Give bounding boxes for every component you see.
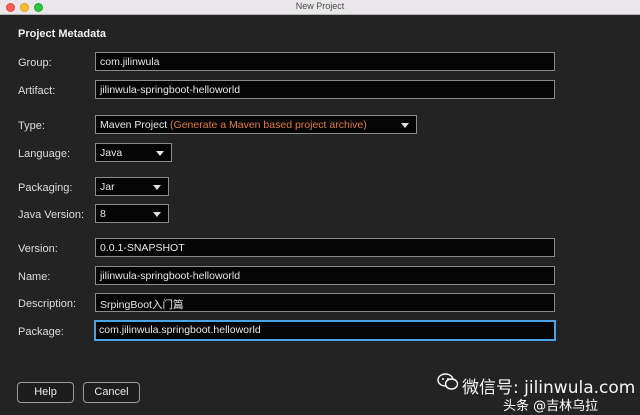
artifact-field[interactable]: jilinwula-springboot-helloworld bbox=[95, 80, 555, 99]
language-label: Language: bbox=[18, 148, 70, 160]
chevron-down-icon bbox=[153, 185, 161, 190]
wechat-logo-icon bbox=[437, 373, 459, 390]
version-field[interactable]: 0.0.1-SNAPSHOT bbox=[95, 238, 555, 257]
name-label: Name: bbox=[18, 271, 51, 283]
title-bar: New Project bbox=[0, 0, 640, 15]
description-label: Description: bbox=[18, 298, 77, 310]
java-version-label: Java Version: bbox=[18, 209, 85, 221]
packaging-label: Packaging: bbox=[18, 182, 73, 194]
java-version-select[interactable]: 8 bbox=[95, 204, 169, 223]
type-label: Type: bbox=[18, 120, 45, 132]
window-title: New Project bbox=[295, 1, 345, 11]
language-value: Java bbox=[100, 147, 123, 159]
chevron-down-icon bbox=[153, 212, 161, 217]
chevron-down-icon bbox=[401, 123, 409, 128]
watermark-toutiao: 头条 @吉林乌拉 bbox=[503, 399, 599, 414]
java-version-value: 8 bbox=[100, 208, 106, 220]
group-label: Group: bbox=[18, 57, 52, 69]
cancel-button[interactable]: Cancel bbox=[83, 382, 140, 403]
artifact-label: Artifact: bbox=[18, 85, 56, 97]
type-hint: (Generate a Maven based project archive) bbox=[170, 119, 367, 131]
type-select[interactable]: Maven Project (Generate a Maven based pr… bbox=[95, 115, 417, 134]
package-field[interactable]: com.jilinwula.springboot.helloworld bbox=[94, 320, 556, 341]
help-button[interactable]: Help bbox=[17, 382, 74, 403]
packaging-select[interactable]: Jar bbox=[95, 177, 169, 196]
description-field[interactable]: SrpingBoot入门篇 bbox=[95, 293, 555, 312]
packaging-value: Jar bbox=[100, 181, 115, 193]
section-title: Project Metadata bbox=[18, 28, 107, 40]
type-value: Maven Project bbox=[100, 119, 168, 131]
name-field[interactable]: jilinwula-springboot-helloworld bbox=[95, 266, 555, 285]
version-label: Version: bbox=[18, 243, 58, 255]
package-label: Package: bbox=[18, 326, 64, 338]
language-select[interactable]: Java bbox=[95, 143, 172, 162]
chevron-down-icon bbox=[156, 151, 164, 156]
group-field[interactable]: com.jilinwula bbox=[95, 52, 555, 71]
